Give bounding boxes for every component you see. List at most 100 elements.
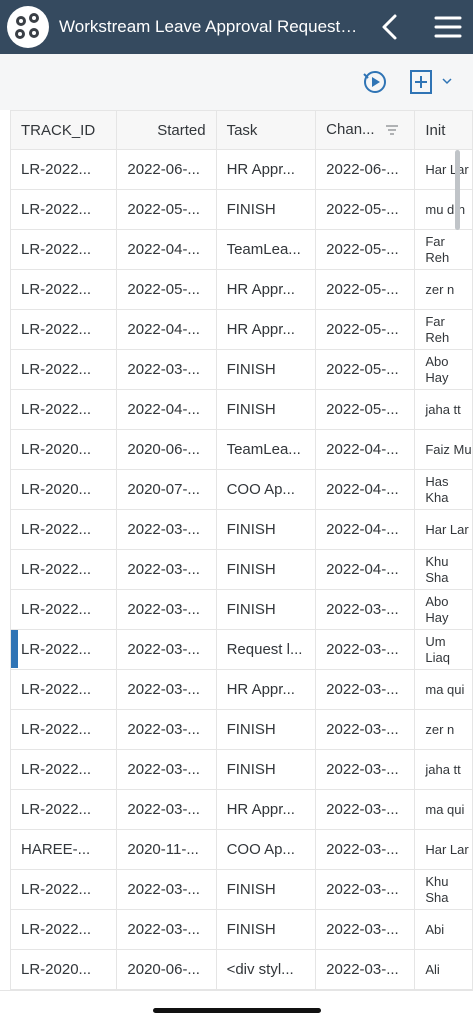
data-table-container[interactable]: TRACK_ID Started Task Chan... Init LR-20… bbox=[0, 110, 473, 990]
cell-track-id: LR-2022... bbox=[9, 709, 118, 750]
cell-task: COO Ap... bbox=[215, 469, 317, 510]
cell-initiator: Far Reh bbox=[414, 229, 473, 270]
table-row[interactable]: LR-2022... 2022-03-... FINISH 2022-05-... Ab… bbox=[9, 349, 473, 390]
cell-track-id: LR-2022... bbox=[9, 669, 118, 710]
hamburger-menu-icon[interactable] bbox=[429, 8, 467, 46]
column-header-task[interactable]: Task bbox=[215, 110, 317, 150]
table-header-row: TRACK_ID Started Task Chan... Init bbox=[9, 110, 473, 150]
cell-track-id: LR-2020... bbox=[9, 949, 118, 990]
cell-changed: 2022-06-... bbox=[315, 149, 416, 190]
cell-started: 2022-03-... bbox=[116, 789, 217, 830]
table-row[interactable]: LR-2022... 2022-03-... FINISH 2022-03-... ja… bbox=[9, 749, 473, 790]
cell-changed: 2022-03-... bbox=[315, 629, 416, 670]
cell-started: 2022-05-... bbox=[116, 269, 217, 310]
table-row[interactable]: LR-2022... 2022-03-... Request l... 2022-03… bbox=[9, 629, 473, 670]
cell-changed: 2022-03-... bbox=[315, 909, 416, 950]
cell-track-id: LR-2022... bbox=[9, 909, 118, 950]
cell-track-id: LR-2022... bbox=[9, 789, 118, 830]
cell-started: 2022-05-... bbox=[116, 189, 217, 230]
cell-track-id: LR-2022... bbox=[9, 509, 118, 550]
cell-task: HR Appr... bbox=[215, 269, 317, 310]
table-row[interactable]: LR-2020... 2020-06-... <div styl... 2022-03… bbox=[9, 949, 473, 990]
table-row[interactable]: LR-2022... 2022-03-... HR Appr... 2022-03-.… bbox=[9, 789, 473, 830]
cell-changed: 2022-03-... bbox=[315, 589, 416, 630]
cell-track-id: LR-2022... bbox=[9, 149, 118, 190]
chevron-down-icon bbox=[442, 78, 452, 85]
table-row[interactable]: LR-2020... 2020-07-... COO Ap... 2022-04-..… bbox=[9, 469, 473, 510]
cell-track-id: LR-2022... bbox=[9, 349, 118, 390]
back-chevron-icon[interactable] bbox=[371, 8, 409, 46]
cell-changed: 2022-05-... bbox=[315, 349, 416, 390]
cell-initiator: Abi bbox=[414, 909, 473, 950]
cell-initiator: mu d.n bbox=[414, 189, 473, 230]
table-row[interactable]: HAREE-... 2020-11-... COO Ap... 2022-03-...… bbox=[9, 829, 473, 870]
table-row[interactable]: LR-2022... 2022-04-... FINISH 2022-05-... ja… bbox=[9, 389, 473, 430]
table-row[interactable]: LR-2022... 2022-05-... FINISH 2022-05-... mu… bbox=[9, 189, 473, 230]
cell-task: TeamLea... bbox=[215, 229, 317, 270]
vertical-scrollbar[interactable] bbox=[455, 150, 460, 230]
cell-changed: 2022-03-... bbox=[315, 789, 416, 830]
cell-started: 2022-03-... bbox=[116, 669, 217, 710]
column-header-changed-label: Chan... bbox=[326, 121, 375, 139]
add-column-icon[interactable] bbox=[405, 66, 457, 96]
column-header-track-id[interactable]: TRACK_ID bbox=[9, 110, 118, 150]
table-row[interactable]: LR-2022... 2022-03-... FINISH 2022-03-... Kh… bbox=[9, 869, 473, 910]
cell-task: HR Appr... bbox=[215, 309, 317, 350]
cell-changed: 2022-03-... bbox=[315, 949, 416, 990]
cell-initiator: Abo Hay bbox=[414, 589, 473, 630]
table-row[interactable]: LR-2020... 2020-06-... TeamLea... 2022-04-.… bbox=[9, 429, 473, 470]
data-table: TRACK_ID Started Task Chan... Init LR-20… bbox=[9, 110, 473, 990]
cell-task: TeamLea... bbox=[215, 429, 317, 470]
table-row[interactable]: LR-2022... 2022-04-... HR Appr... 2022-05-.… bbox=[9, 309, 473, 350]
table-row[interactable]: LR-2022... 2022-03-... FINISH 2022-04-... Kh… bbox=[9, 549, 473, 590]
table-row[interactable]: LR-2022... 2022-06-... HR Appr... 2022-06-.… bbox=[9, 149, 473, 190]
cell-initiator: Har Lar bbox=[414, 829, 473, 870]
cell-track-id: LR-2022... bbox=[9, 389, 118, 430]
table-row[interactable]: LR-2022... 2022-05-... HR Appr... 2022-05-.… bbox=[9, 269, 473, 310]
cell-task: FINISH bbox=[215, 709, 317, 750]
table-row[interactable]: LR-2022... 2022-03-... HR Appr... 2022-03-.… bbox=[9, 669, 473, 710]
run-play-icon[interactable] bbox=[359, 66, 391, 96]
cell-track-id: LR-2022... bbox=[9, 589, 118, 630]
cell-started: 2022-04-... bbox=[116, 389, 217, 430]
cell-started: 2022-03-... bbox=[116, 869, 217, 910]
cell-task: FINISH bbox=[215, 349, 317, 390]
cell-initiator: Far Reh bbox=[414, 309, 473, 350]
cell-changed: 2022-03-... bbox=[315, 709, 416, 750]
logo-icon[interactable] bbox=[7, 6, 49, 48]
cell-track-id: LR-2022... bbox=[9, 749, 118, 790]
cell-track-id: LR-2022... bbox=[9, 189, 118, 230]
column-header-changed[interactable]: Chan... bbox=[315, 110, 416, 150]
cell-initiator: Har Lar bbox=[414, 509, 473, 550]
cell-started: 2022-03-... bbox=[116, 909, 217, 950]
cell-initiator: jaha tt bbox=[414, 389, 473, 430]
column-header-initiator[interactable]: Init bbox=[414, 110, 473, 150]
filter-lines-icon[interactable] bbox=[385, 122, 399, 139]
cell-started: 2022-04-... bbox=[116, 309, 217, 350]
home-indicator[interactable] bbox=[153, 1008, 321, 1013]
cell-task: FINISH bbox=[215, 869, 317, 910]
cell-changed: 2022-05-... bbox=[315, 189, 416, 230]
cell-task: FINISH bbox=[215, 749, 317, 790]
table-row[interactable]: LR-2022... 2022-03-... FINISH 2022-03-... ze… bbox=[9, 709, 473, 750]
table-row[interactable]: LR-2022... 2022-04-... TeamLea... 2022-05-.… bbox=[9, 229, 473, 270]
cell-changed: 2022-03-... bbox=[315, 829, 416, 870]
cell-initiator: zer n bbox=[414, 709, 473, 750]
table-row[interactable]: LR-2022... 2022-03-... FINISH 2022-04-... Ha… bbox=[9, 509, 473, 550]
cell-track-id: LR-2022... bbox=[9, 629, 118, 670]
column-header-started[interactable]: Started bbox=[116, 110, 217, 150]
cell-initiator: Har Lar bbox=[414, 149, 473, 190]
table-row[interactable]: LR-2022... 2022-03-... FINISH 2022-03-... Ab… bbox=[9, 909, 473, 950]
cell-track-id: LR-2020... bbox=[9, 469, 118, 510]
cell-task: FINISH bbox=[215, 549, 317, 590]
cell-task: FINISH bbox=[215, 589, 317, 630]
cell-initiator: Abo Hay bbox=[414, 349, 473, 390]
cell-initiator: Khu Sha bbox=[414, 549, 473, 590]
cell-started: 2020-11-... bbox=[116, 829, 217, 870]
cell-task: FINISH bbox=[215, 189, 317, 230]
cell-task: FINISH bbox=[215, 509, 317, 550]
cell-started: 2022-03-... bbox=[116, 629, 217, 670]
cell-started: 2020-06-... bbox=[116, 429, 217, 470]
table-row[interactable]: LR-2022... 2022-03-... FINISH 2022-03-... Ab… bbox=[9, 589, 473, 630]
cell-started: 2022-06-... bbox=[116, 149, 217, 190]
